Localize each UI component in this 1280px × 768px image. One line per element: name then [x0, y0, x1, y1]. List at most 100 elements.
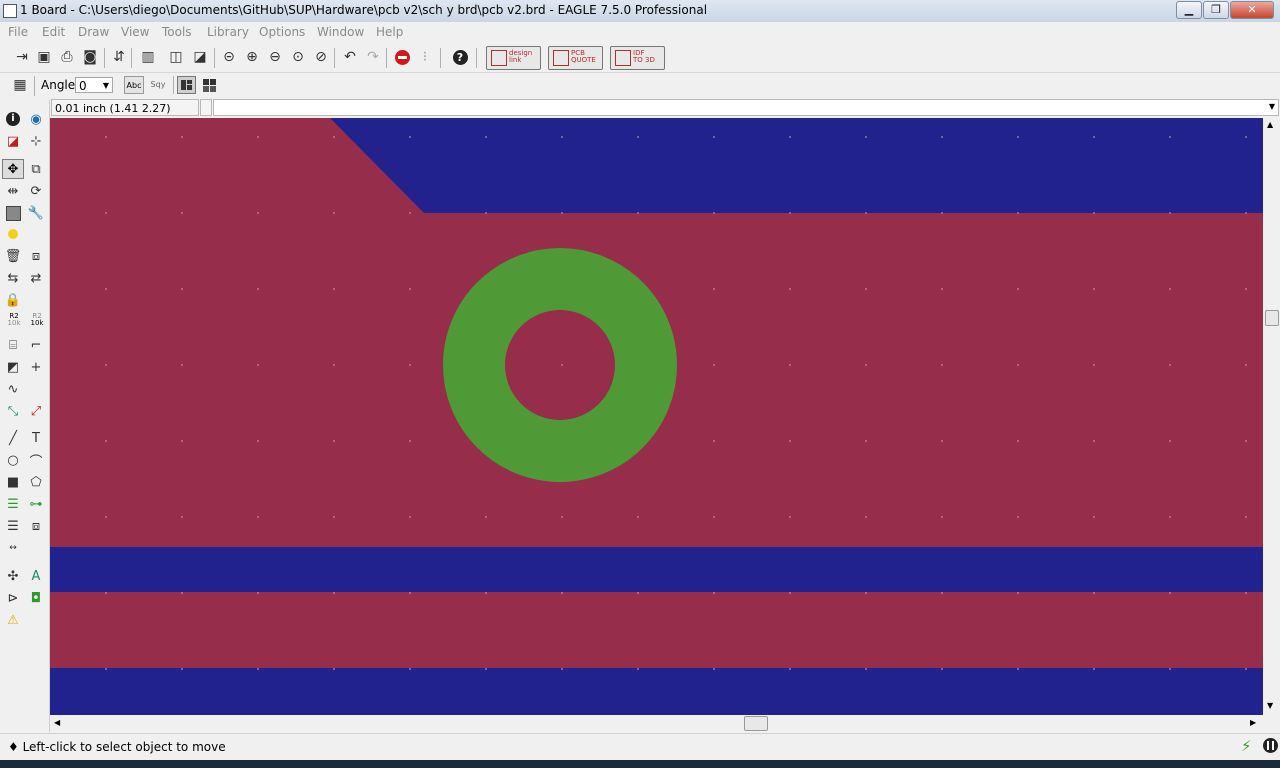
add-icon[interactable]: ⧈ [26, 246, 46, 266]
redo-icon[interactable]: ↷ [363, 47, 383, 67]
separator [131, 48, 132, 68]
menu-view[interactable]: View [121, 25, 149, 39]
board-canvas[interactable] [50, 118, 1263, 715]
vertical-scroll-thumb[interactable] [1265, 310, 1279, 326]
open-icon[interactable]: ⇥ [12, 47, 32, 67]
paste-icon[interactable] [3, 224, 23, 244]
delete-icon[interactable]: 🗑 [3, 246, 23, 266]
pcb-quote-button[interactable]: PCB QUOTE [548, 46, 603, 70]
angle-value: 0 [79, 79, 87, 93]
miter-icon[interactable]: ⌐ [26, 335, 46, 355]
board-switch-icon[interactable]: ◪ [190, 47, 210, 67]
smash-icon[interactable]: ⌸ [3, 335, 23, 355]
mark-icon[interactable]: ⊹ [26, 131, 46, 151]
ripup-icon[interactable]: ⤢ [26, 401, 46, 421]
replace-icon[interactable]: ⇄ [26, 268, 46, 288]
scroll-left-icon[interactable]: ◀ [54, 718, 60, 727]
copy-icon[interactable]: ⧉ [26, 159, 46, 179]
os-taskbar [0, 760, 1280, 768]
polygon-icon[interactable]: ⬠ [26, 472, 46, 492]
separator [386, 48, 387, 68]
save-icon[interactable]: ▣ [34, 47, 54, 67]
close-button[interactable]: ✕ [1230, 1, 1274, 19]
layout-toggle-2[interactable] [200, 76, 219, 94]
route-icon[interactable]: ⤡ [3, 401, 23, 421]
dimension-icon[interactable]: ↔ [3, 538, 23, 558]
coordinate-display: 0.01 inch (1.41 2.27) [51, 99, 199, 116]
hole-icon[interactable]: ☰ [3, 516, 23, 536]
via-icon[interactable]: ☰ [3, 494, 23, 514]
menu-tools[interactable]: Tools [162, 25, 192, 39]
text-icon[interactable]: T [26, 428, 46, 448]
zoom-redraw-icon[interactable]: ⊙ [288, 47, 308, 67]
text-mirror-button[interactable]: Abc [124, 76, 144, 94]
design-link-button[interactable]: design link [486, 46, 541, 70]
menu-draw[interactable]: Draw [78, 25, 109, 39]
meander-icon[interactable]: ∿ [3, 379, 23, 399]
command-input[interactable]: ▼ [213, 99, 1279, 116]
undo-icon[interactable]: ↶ [340, 47, 360, 67]
move-icon[interactable]: ✥ [2, 159, 24, 179]
menu-window[interactable]: Window [317, 25, 364, 39]
vertical-scrollbar[interactable]: ▲ ▼ [1263, 118, 1280, 715]
info-icon[interactable]: i [3, 109, 23, 129]
wire-icon[interactable]: ╱ [3, 428, 23, 448]
zoom-in-icon[interactable]: ⊕ [242, 47, 262, 67]
layout-toggle-1[interactable] [177, 76, 196, 94]
erc-icon[interactable]: ⊳ [3, 588, 23, 608]
text-spin-button[interactable]: Sqy [148, 76, 168, 94]
errors-icon[interactable]: ⚠ [3, 610, 23, 630]
drc-icon[interactable]: ◘ [26, 588, 46, 608]
value-tool[interactable]: R2 10k [28, 313, 46, 327]
horizontal-scroll-thumb[interactable] [744, 716, 768, 731]
zoom-out-icon[interactable]: ⊖ [265, 47, 285, 67]
cam-processor-icon[interactable]: ◙ [80, 47, 100, 67]
pinswap-icon[interactable]: ⇆ [3, 268, 23, 288]
ulp-icon[interactable]: ▥ [138, 47, 158, 67]
scroll-down-icon[interactable]: ▼ [1267, 701, 1273, 710]
zoom-select-icon[interactable]: ⊘ [311, 47, 331, 67]
separator [214, 48, 215, 68]
grid-icon[interactable]: ▦ [10, 75, 30, 95]
signal-icon[interactable]: ⊶ [26, 494, 46, 514]
stop-status-icon[interactable] [1263, 738, 1278, 753]
menu-edit[interactable]: Edit [42, 25, 65, 39]
lock-icon[interactable]: 🔒 [3, 290, 23, 310]
attribute-icon[interactable]: ⧈ [26, 516, 46, 536]
idf-to-3d-button[interactable]: IDF TO 3D [610, 46, 665, 70]
angle-select[interactable]: 0 ▼ [75, 77, 113, 93]
circle-icon[interactable]: ○ [3, 450, 23, 470]
mirror-icon[interactable]: ⇹ [3, 181, 23, 201]
zoom-fit-icon[interactable]: ⊝ [219, 47, 239, 67]
rotate-icon[interactable]: ⟳ [26, 181, 46, 201]
show-icon[interactable]: ◉ [26, 109, 46, 129]
menu-help[interactable]: Help [376, 25, 403, 39]
chevron-down-icon[interactable]: ▼ [1269, 102, 1275, 111]
horizontal-scrollbar[interactable]: ◀ ▶ [50, 715, 1263, 732]
stop-icon[interactable] [392, 47, 412, 67]
go-icon[interactable]: ⁝ [415, 47, 435, 67]
scroll-right-icon[interactable]: ▶ [1250, 718, 1256, 727]
menu-options[interactable]: Options [259, 25, 305, 39]
ratsnest-icon[interactable]: ✣ [3, 566, 23, 586]
coordinate-splitter[interactable] [200, 99, 212, 116]
split-icon[interactable]: ◩ [3, 357, 23, 377]
script-icon[interactable]: ⇵ [109, 47, 129, 67]
name-tool[interactable]: R2 10k [5, 313, 23, 327]
scroll-up-icon[interactable]: ▲ [1267, 120, 1273, 129]
schematic-switch-icon[interactable]: ◫ [166, 47, 186, 67]
lightning-icon[interactable]: ⚡ [1241, 737, 1252, 755]
arc-icon[interactable]: ⌒ [26, 450, 46, 470]
change-icon[interactable]: 🔧 [26, 203, 46, 223]
menu-library[interactable]: Library [207, 25, 249, 39]
maximize-button[interactable]: ❐ [1203, 1, 1229, 19]
menu-file[interactable]: File [8, 25, 28, 39]
minimize-button[interactable]: ▁ [1176, 1, 1202, 19]
group-icon[interactable] [3, 203, 23, 223]
optimize-icon[interactable]: + [26, 357, 46, 377]
display-layers-icon[interactable]: ◪ [3, 131, 23, 151]
rectangle-icon[interactable]: ■ [3, 472, 23, 492]
help-icon[interactable]: ? [450, 47, 470, 67]
autorouter-icon[interactable]: A [26, 566, 46, 586]
print-icon[interactable]: ⎙ [57, 47, 77, 67]
